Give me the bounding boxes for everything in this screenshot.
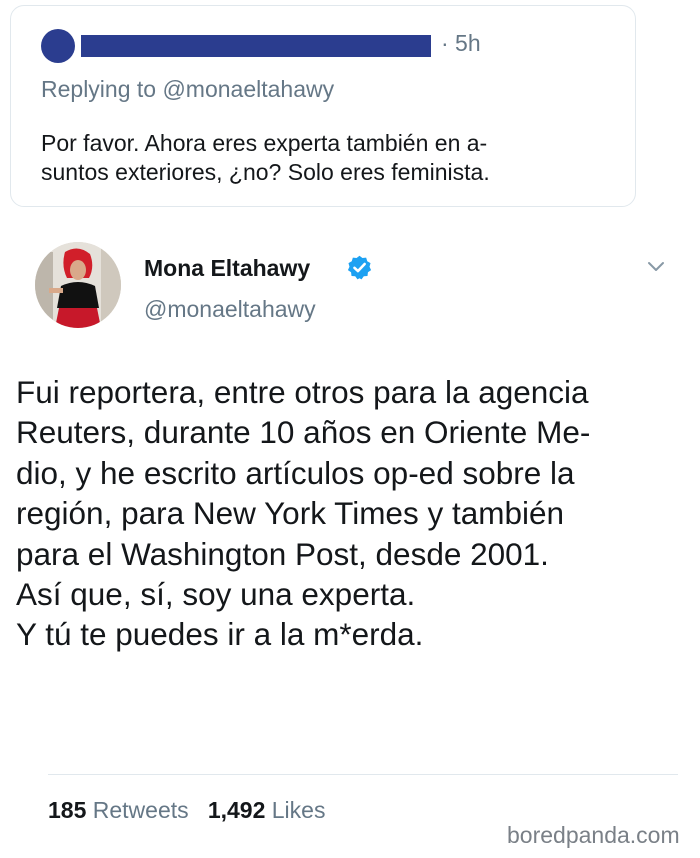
tweet-body: Fui reportera, entre otros para la agenc…	[16, 372, 698, 655]
divider	[48, 774, 678, 775]
likes-label: Likes	[271, 797, 326, 823]
likes-stat[interactable]: 1,492 Likes	[208, 797, 326, 823]
retweets-label: Retweets	[92, 797, 189, 823]
tweet-line: dio, y he escrito artículos op-ed sobre …	[16, 454, 575, 491]
reply-text: Por favor. Ahora eres experta también en…	[41, 130, 490, 185]
tweet-line: Y tú te puedes ir a la m*erda.	[16, 616, 424, 653]
redacted-avatar	[41, 29, 75, 63]
tweet-line: región, para New York Times y también	[16, 495, 565, 532]
redacted-username-bar	[81, 35, 431, 57]
tweet-line: Así que, sí, soy una experta.	[16, 576, 416, 613]
likes-count: 1,492	[207, 797, 266, 823]
retweets-stat[interactable]: 185 Retweets	[48, 797, 189, 823]
tweet-stats: 185 Retweets 1,492 Likes	[48, 797, 325, 824]
author-handle[interactable]: @monaeltahawy	[144, 296, 316, 323]
author-name[interactable]: Mona Eltahawy	[144, 255, 310, 282]
tweet-line: para el Washington Post, desde 2001.	[16, 535, 549, 572]
chevron-down-icon[interactable]	[645, 259, 667, 275]
profile-photo	[35, 242, 121, 328]
retweets-count: 185	[48, 797, 87, 823]
reply-tweet-card[interactable]: · 5h Replying to @monaeltahawy Por favor…	[10, 5, 636, 207]
tweet-line: Fui reportera, entre otros para la agenc…	[16, 374, 589, 410]
reply-timestamp[interactable]: · 5h	[441, 30, 481, 57]
watermark: boredpanda.com	[507, 822, 680, 848]
avatar[interactable]	[35, 242, 121, 328]
replying-to-label[interactable]: Replying to @monaeltahawy	[41, 76, 334, 103]
tweet-line: Reuters, durante 10 años en Oriente Me-	[16, 414, 591, 451]
verified-badge-icon	[347, 255, 372, 280]
